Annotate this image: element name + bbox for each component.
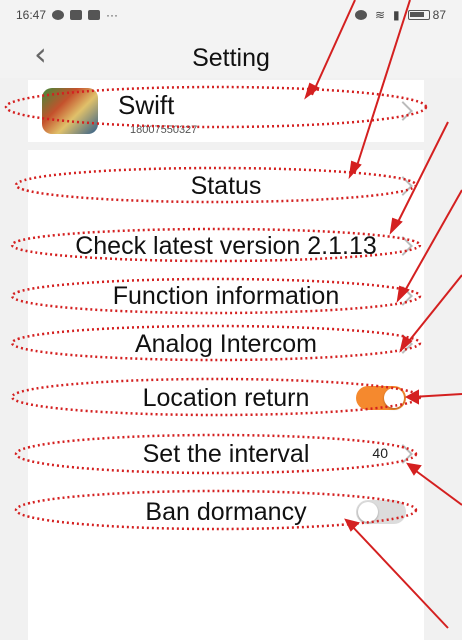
settings-list: Status Check latest version 2.1.13 Funct… xyxy=(28,150,424,640)
settings-item-status[interactable]: Status xyxy=(28,164,424,208)
more-icon: ··· xyxy=(106,8,119,22)
settings-item-function-info[interactable]: Function information xyxy=(28,274,424,318)
chevron-right-icon xyxy=(393,101,413,121)
check-version-label: Check latest version 2.1.13 xyxy=(75,231,377,260)
chevron-right-icon xyxy=(393,176,413,196)
ban-dormancy-toggle[interactable] xyxy=(356,500,406,524)
ban-dormancy-label: Ban dormancy xyxy=(145,497,307,526)
chevron-right-icon xyxy=(393,334,413,354)
location-return-toggle[interactable] xyxy=(356,386,406,410)
page-title: Setting xyxy=(192,44,270,72)
chevron-right-icon xyxy=(393,236,413,256)
chevron-right-icon xyxy=(393,444,413,464)
battery-icon: 87 xyxy=(407,8,446,22)
interval-value: 40 xyxy=(372,445,388,461)
function-info-label: Function information xyxy=(112,281,340,310)
avatar xyxy=(42,88,98,134)
alarm-icon xyxy=(354,10,367,20)
settings-item-set-interval[interactable]: Set the interval 40 xyxy=(28,432,424,476)
profile-phone: 18007550327 xyxy=(130,124,198,136)
link-icon xyxy=(52,10,65,20)
set-interval-label: Set the interval xyxy=(142,439,310,468)
status-bar: 16:47 ··· ≋ ▮ 87 xyxy=(0,0,462,30)
header: ‹ Setting xyxy=(0,30,462,78)
settings-item-ban-dormancy: Ban dormancy xyxy=(28,490,424,534)
settings-item-check-version[interactable]: Check latest version 2.1.13 xyxy=(28,224,424,268)
battery-level: 87 xyxy=(432,8,446,22)
profile-name: Swift xyxy=(118,90,175,120)
message-icon xyxy=(70,10,83,20)
settings-item-analog-intercom[interactable]: Analog Intercom xyxy=(28,322,424,366)
settings-item-location-return: Location return xyxy=(28,376,424,420)
analog-intercom-label: Analog Intercom xyxy=(134,329,318,358)
signal-icon: ▮ xyxy=(393,8,400,22)
location-return-label: Location return xyxy=(142,383,310,412)
status-label: Status xyxy=(190,171,262,200)
chevron-right-icon xyxy=(393,286,413,306)
status-time: 16:47 xyxy=(16,8,47,22)
image-icon xyxy=(88,10,101,20)
wifi-icon: ≋ xyxy=(374,8,386,22)
profile-card[interactable]: Swift 18007550327 xyxy=(28,80,424,142)
